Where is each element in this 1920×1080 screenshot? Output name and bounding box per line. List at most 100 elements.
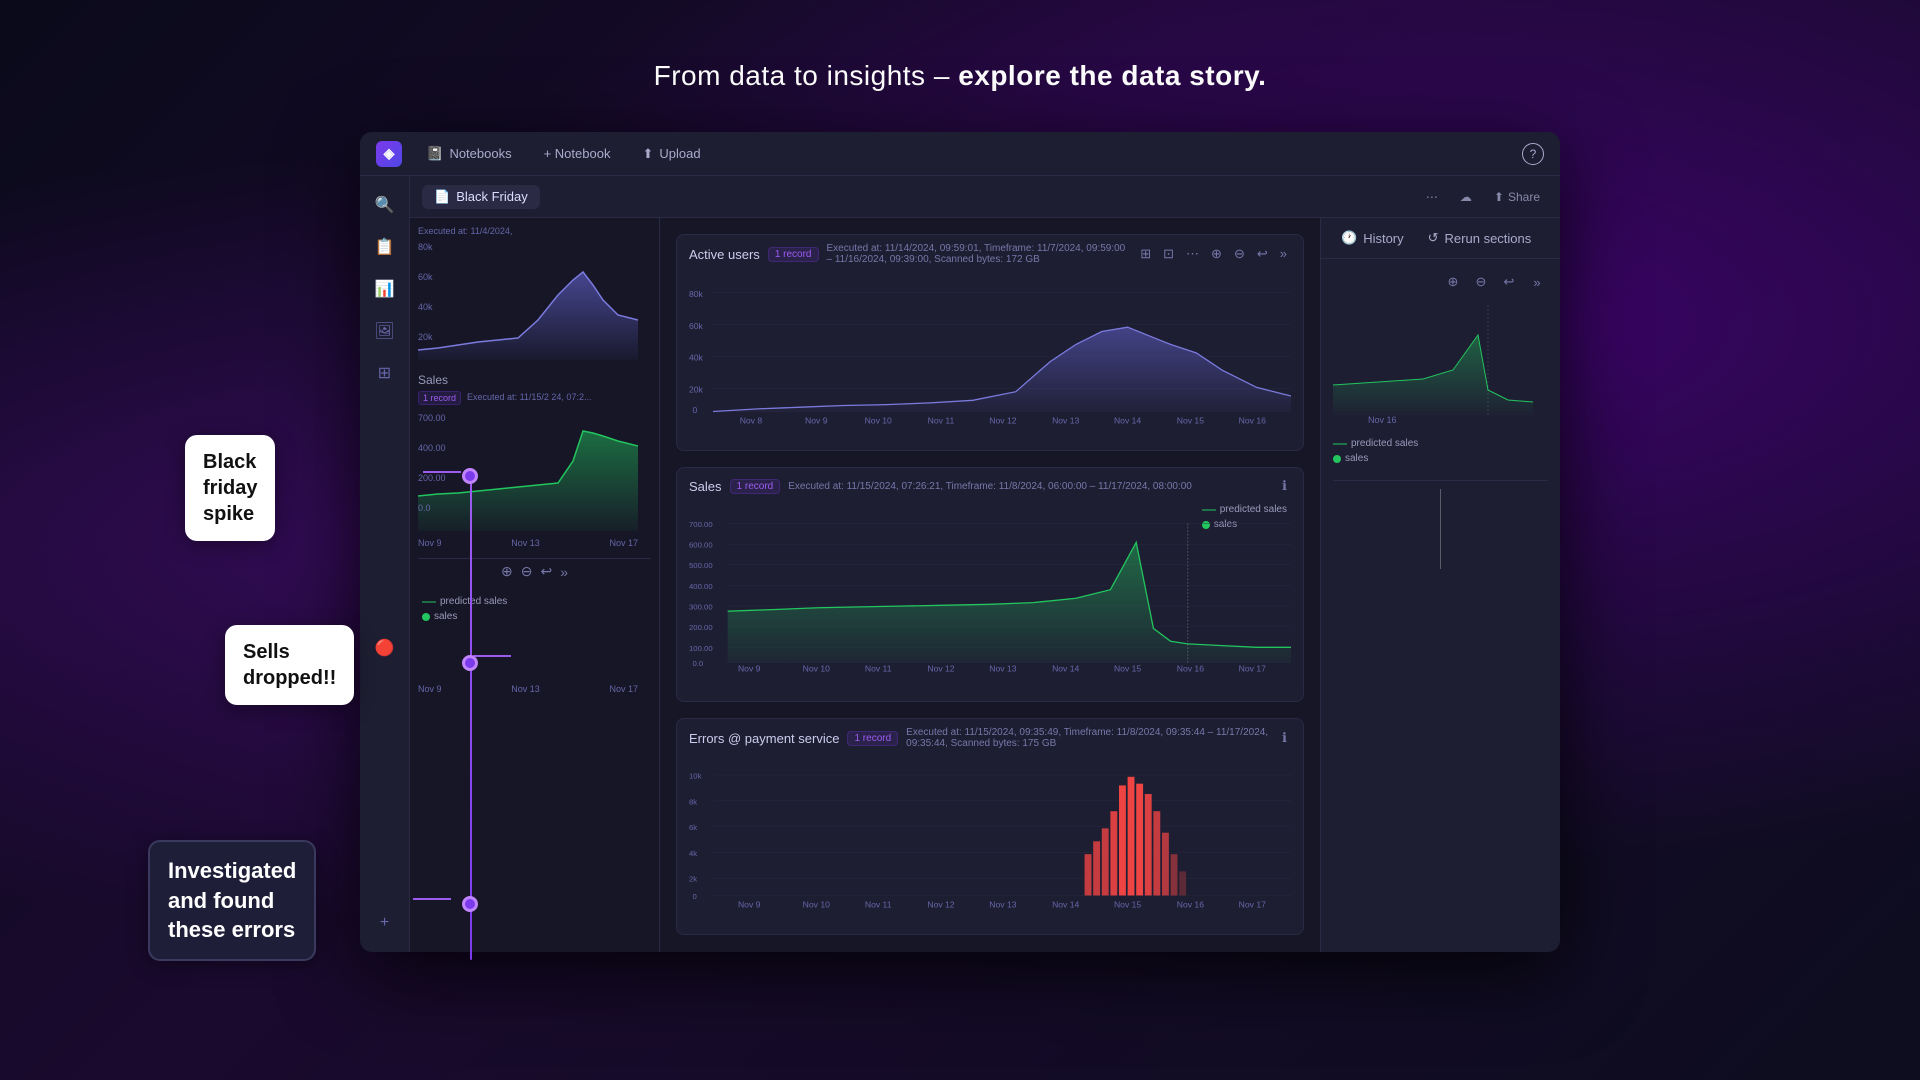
svg-text:400.00: 400.00	[689, 582, 713, 591]
chart-errors: Errors @ payment service 1 record Execut…	[676, 718, 1304, 935]
svg-text:10k: 10k	[689, 772, 702, 781]
new-notebook-label: + Notebook	[544, 146, 611, 161]
annotation-text-1: Black friday spike	[203, 449, 257, 527]
chart-tool-more[interactable]: ⋯	[1182, 244, 1203, 264]
content-layout: 📄 Black Friday ⋯ ☁ ⬆ Share	[410, 176, 1560, 952]
sidebar-add-button[interactable]: +	[368, 906, 402, 940]
app-logo: ◈	[376, 141, 402, 167]
zoom-out-left[interactable]: ⊖	[521, 563, 533, 580]
upload-icon: ⬆	[642, 146, 653, 162]
main-area: 🔍 📋 📊 🖼 ⊞ 🔴 + 📄 Black Friday ⋯	[360, 176, 1560, 952]
sidebar: 🔍 📋 📊 🖼 ⊞ 🔴 +	[360, 176, 410, 952]
svg-text:300.00: 300.00	[689, 602, 713, 611]
sidebar-icon-chart[interactable]: 📊	[368, 272, 402, 306]
preview-label-sales: Sales	[418, 373, 651, 387]
rerun-label: Rerun sections	[1445, 231, 1532, 246]
share-button[interactable]: ⬆ Share	[1486, 187, 1548, 207]
rerun-button[interactable]: ↺ Rerun sections	[1420, 226, 1540, 250]
chart-tool-zoom-in[interactable]: ⊕	[1207, 244, 1226, 264]
svg-text:Nov 13: Nov 13	[989, 663, 1016, 673]
preview-chart-1: Executed at: 11/4/2024, 80k	[418, 226, 651, 365]
chart-badge-active-users: 1 record	[768, 247, 819, 262]
svg-text:20k: 20k	[689, 385, 704, 395]
notebooks-label: Notebooks	[449, 146, 511, 161]
svg-text:Nov 15: Nov 15	[1114, 900, 1141, 910]
history-button[interactable]: 🕐 History	[1333, 226, 1412, 250]
chart-title-sales: Sales	[689, 479, 722, 494]
svg-text:0.0: 0.0	[418, 503, 431, 513]
chart-title-errors: Errors @ payment service	[689, 731, 839, 746]
back-right[interactable]: ↩	[1498, 271, 1520, 293]
share-label: Share	[1508, 190, 1540, 204]
svg-text:0: 0	[692, 892, 696, 901]
active-tab[interactable]: 📄 Black Friday	[422, 185, 540, 209]
zoom-out-right[interactable]: ⊖	[1470, 271, 1492, 293]
svg-text:500.00: 500.00	[689, 561, 713, 570]
chart-active-users: Active users 1 record Executed at: 11/14…	[676, 234, 1304, 451]
svg-text:Nov 14: Nov 14	[1052, 900, 1079, 910]
svg-text:200.00: 200.00	[418, 473, 446, 483]
notebooks-icon: 📓	[426, 145, 443, 162]
chart-tool-forward[interactable]: »	[1276, 244, 1291, 264]
main-charts-area: Active users 1 record Executed at: 11/14…	[660, 218, 1320, 952]
svg-text:Nov 17: Nov 17	[1239, 900, 1266, 910]
reset-left[interactable]: ↩	[540, 563, 552, 580]
chart-meta-errors: Executed at: 11/15/2024, 09:35:49, Timef…	[906, 727, 1270, 749]
annotation-text-2: Sells dropped!!	[243, 639, 336, 691]
more-options-button[interactable]: ⋯	[1418, 187, 1446, 207]
svg-text:700.00: 700.00	[689, 520, 713, 529]
svg-text:Nov 15: Nov 15	[1177, 416, 1204, 426]
svg-text:Nov 12: Nov 12	[927, 900, 954, 910]
svg-text:Nov 16: Nov 16	[1177, 900, 1204, 910]
svg-text:200.00: 200.00	[689, 623, 713, 632]
chart-tool-grid[interactable]: ⊞	[1136, 244, 1155, 264]
tab-icon: 📄	[434, 189, 450, 205]
forward-left[interactable]: »	[560, 564, 568, 580]
left-preview-panel: Executed at: 11/4/2024, 80k	[410, 218, 660, 952]
app-window: ◈ 📓 Notebooks + Notebook ⬆ Upload ? 🔍 📋 …	[360, 132, 1560, 952]
svg-text:6k: 6k	[689, 823, 697, 832]
sidebar-icon-grid[interactable]: ⊞	[368, 356, 402, 390]
sidebar-icon-image[interactable]: 🖼	[368, 314, 402, 348]
svg-text:Nov 14: Nov 14	[1114, 416, 1141, 426]
cloud-button[interactable]: ☁	[1452, 187, 1480, 207]
svg-text:Nov 13: Nov 13	[1052, 416, 1079, 426]
chart-info-sales[interactable]: ℹ	[1278, 476, 1291, 496]
svg-text:20k: 20k	[418, 332, 433, 342]
zoom-in-right[interactable]: ⊕	[1442, 271, 1464, 293]
history-icon: 🕐	[1341, 230, 1357, 246]
zoom-in-left[interactable]: ⊕	[501, 563, 513, 580]
svg-text:Nov 11: Nov 11	[865, 900, 892, 910]
chart-tool-expand[interactable]: ⊡	[1159, 244, 1178, 264]
preview-x-labels-2: Nov 9 Nov 13 Nov 17	[418, 682, 638, 696]
sidebar-icon-search[interactable]: 🔍	[368, 188, 402, 222]
sidebar-icon-alert[interactable]: 🔴	[368, 631, 402, 665]
right-zoom-bar: ⊕ ⊖ ↩ »	[1333, 271, 1548, 293]
top-nav-bar: ◈ 📓 Notebooks + Notebook ⬆ Upload ?	[360, 132, 1560, 176]
svg-text:Nov 17: Nov 17	[1239, 663, 1266, 673]
svg-text:Nov 11: Nov 11	[928, 416, 955, 426]
svg-text:Nov 16: Nov 16	[1177, 663, 1204, 673]
tab-title: Black Friday	[456, 189, 528, 204]
notebooks-nav[interactable]: 📓 Notebooks	[418, 141, 520, 166]
forward-right[interactable]: »	[1526, 271, 1548, 293]
upload-label: Upload	[659, 146, 700, 161]
chart-badge-sales: 1 record	[730, 479, 781, 494]
preview-x-labels: Nov 9 Nov 13 Nov 17	[418, 536, 638, 550]
new-notebook-nav[interactable]: + Notebook	[536, 142, 619, 165]
chart-tool-back[interactable]: ↩	[1253, 244, 1272, 264]
history-label: History	[1363, 231, 1403, 246]
svg-text:Nov 10: Nov 10	[803, 663, 830, 673]
chart-info-errors[interactable]: ℹ	[1278, 728, 1291, 748]
sidebar-icon-notebook[interactable]: 📋	[368, 230, 402, 264]
help-button[interactable]: ?	[1522, 143, 1544, 165]
svg-text:Nov 9: Nov 9	[805, 416, 828, 426]
legend-predicted: predicted sales	[422, 596, 647, 607]
chart-tool-zoom-out[interactable]: ⊖	[1230, 244, 1249, 264]
upload-nav[interactable]: ⬆ Upload	[634, 142, 708, 166]
svg-text:2k: 2k	[689, 875, 697, 884]
svg-text:400.00: 400.00	[418, 443, 446, 453]
chart-meta-active-users: Executed at: 11/14/2024, 09:59:01, Timef…	[827, 243, 1129, 265]
rerun-icon: ↺	[1428, 230, 1439, 246]
svg-text:60k: 60k	[418, 272, 433, 282]
